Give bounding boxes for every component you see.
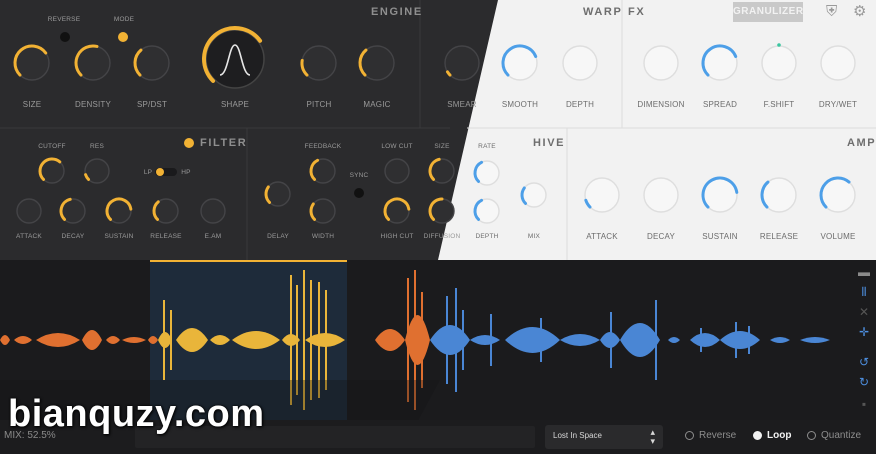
wave-spike [748, 326, 750, 354]
volume-knob-label: VOLUME [820, 232, 856, 241]
warp-title: WARP [583, 6, 623, 18]
wave-spike [462, 310, 464, 370]
preset-selector[interactable]: Lost In Space ▴ ▾ [545, 425, 663, 449]
wave-spike [446, 296, 448, 384]
reverse-option-label: Reverse [699, 430, 737, 441]
amp-attack-knob-label: ATTACK [586, 232, 618, 241]
amp-sustain-knob-label: SUSTAIN [702, 232, 738, 241]
granulizer-button[interactable]: GRANULIZER [733, 2, 803, 22]
wave-spike [163, 300, 165, 380]
feedback-knob-label: FEEDBACK [304, 143, 342, 150]
scissors-icon[interactable]: ✕ [857, 305, 871, 319]
filter-title: FILTER [200, 137, 248, 149]
amp-release-knob-label: RELEASE [759, 232, 799, 241]
warp-depth-knob-label: DEPTH [565, 100, 595, 109]
filter-attack-knob-label: ATTACK [16, 233, 42, 240]
preset-name: Lost In Space [553, 431, 602, 440]
hive-title: HIVE [533, 137, 566, 149]
updown-arrows-icon: ▴ ▾ [650, 427, 655, 446]
hive-depth-knob-label: DEPTH [475, 233, 499, 240]
wave-spike [170, 310, 172, 370]
pitch-knob-label: PITCH [306, 100, 332, 109]
wave-spike [455, 288, 457, 392]
highcut-knob-label: HIGH CUT [380, 233, 414, 240]
shape-knob-label: SHAPE [220, 100, 250, 109]
width-knob-label: WIDTH [311, 233, 335, 240]
fx-title: FX [628, 6, 646, 18]
magic-knob-label: MAGIC [363, 100, 391, 109]
sync-label: SYNC [349, 172, 369, 179]
mode-toggle-label: MODE [113, 16, 135, 23]
loop-radio[interactable] [753, 431, 762, 440]
smear-knob-label: SMEAR [447, 100, 477, 109]
quantize-option-label: Quantize [821, 430, 862, 441]
plugin-logo-icon[interactable]: ⛨ [826, 4, 837, 20]
diffusion-knob-label: DIFFUSION [423, 233, 461, 240]
lp-label: LP [143, 169, 153, 176]
reverse-toggle-label: REVERSE [47, 16, 81, 23]
amp-title: AMP [847, 137, 876, 149]
wave-spike [540, 318, 542, 362]
loop-option-label: Loop [767, 430, 792, 441]
reverse-option[interactable]: Reverse [685, 430, 736, 441]
hp-label: HP [181, 169, 191, 176]
gear-icon[interactable]: ⚙ [853, 4, 866, 20]
wave-spike [421, 292, 423, 388]
wave-spike [735, 322, 737, 358]
waveform-toolbar: ▬ ⦀ ✕ ✛ ↺ ↻ ▪ [852, 265, 876, 415]
spdst-knob-label: SP/DST [136, 100, 168, 109]
dimension-knob-label: DIMENSION [637, 100, 685, 109]
wave-spike [610, 312, 612, 368]
smooth-knob-label: SMOOTH [501, 100, 539, 109]
spread-knob-label: SPREAD [702, 100, 738, 109]
cutoff-knob-label: CUTOFF [38, 143, 66, 150]
wave-spike [490, 314, 492, 366]
engine-title: ENGINE [371, 6, 423, 18]
loop-option[interactable]: Loop [753, 430, 791, 441]
grain-view-icon[interactable]: ⦀ [857, 285, 871, 299]
rotate-right-icon[interactable]: ↻ [857, 375, 871, 389]
wave-spike [296, 285, 298, 395]
density-knob-label: DENSITY [74, 100, 112, 109]
res-knob-label: RES [90, 143, 104, 150]
quantize-option[interactable]: Quantize [807, 430, 861, 441]
wave-spike [325, 290, 327, 390]
delay-knob-label: DELAY [267, 233, 289, 240]
filter-release-knob-label: RELEASE [150, 233, 182, 240]
rotate-left-icon[interactable]: ↺ [857, 355, 871, 369]
amp-decay-knob-label: DECAY [647, 232, 675, 241]
wave-spike [655, 300, 657, 380]
watermark-text: bianquzy.com [8, 393, 265, 435]
eam-knob-label: E.AM [204, 233, 222, 240]
granular-plugin-window: ENGINE WARP FX GRANULIZER ⛨ ⚙ FILTER HIV… [0, 0, 876, 454]
filter-sustain-knob-label: SUSTAIN [104, 233, 134, 240]
fshift-knob-label: F.SHIFT [763, 100, 795, 109]
selection-top-marker [150, 260, 347, 262]
rate-knob-label: RATE [478, 143, 496, 150]
reverb-size-knob-label: SIZE [434, 143, 450, 150]
drywet-knob-label: DRY/WET [818, 100, 858, 109]
wave-spike [700, 328, 702, 352]
filter-decay-knob-label: DECAY [61, 233, 85, 240]
lock-icon[interactable]: ▪ [857, 397, 871, 411]
lowcut-knob-label: LOW CUT [381, 143, 413, 150]
reverse-radio[interactable] [685, 431, 694, 440]
hive-mix-knob-label: MIX [527, 233, 541, 240]
folder-icon[interactable]: ▬ [857, 265, 871, 279]
move-icon[interactable]: ✛ [857, 325, 871, 339]
size-knob-label: SIZE [22, 100, 42, 109]
quantize-radio[interactable] [807, 431, 816, 440]
